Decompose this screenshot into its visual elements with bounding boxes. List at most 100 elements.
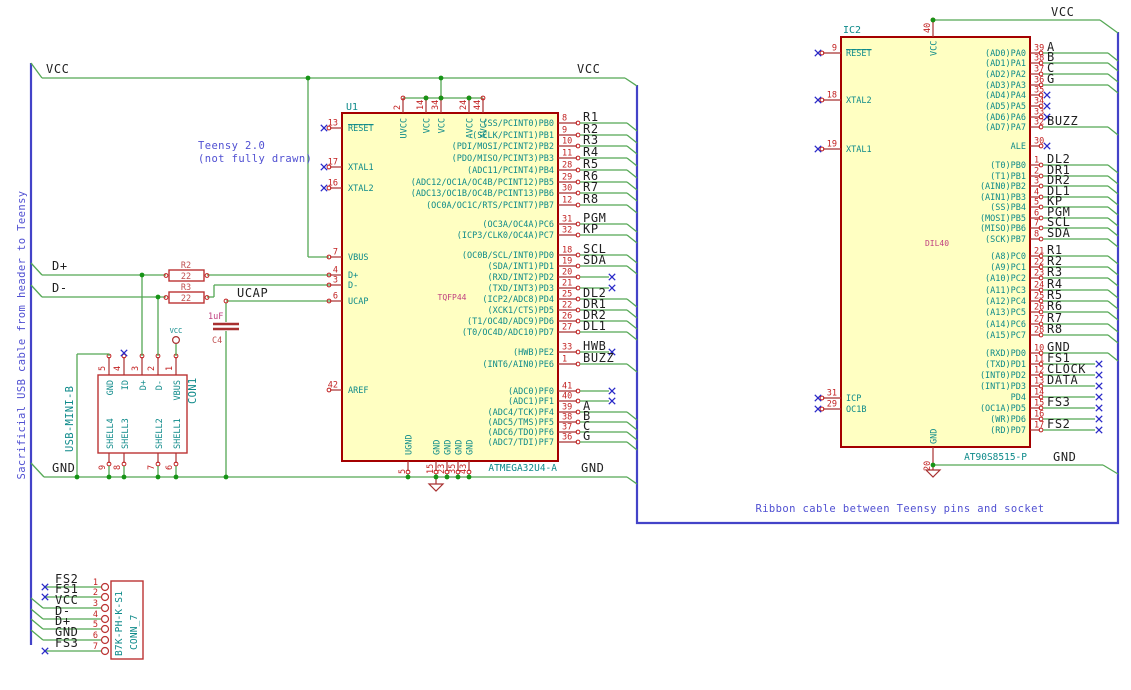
wire-segment [626, 421, 638, 431]
teensy-note-line2: (not fully drawn) [198, 153, 313, 165]
connector-pin-circle [100, 582, 110, 592]
pin-name: GND [466, 440, 476, 455]
pin-number: 1 [1034, 156, 1039, 166]
pin-number: 23 [437, 464, 447, 474]
pin-name: (T0/OC4D/ADC10)PD7 [462, 328, 554, 338]
pin-number: 5 [398, 469, 408, 474]
pin-name: AREF [348, 386, 368, 396]
pin-name: GND [433, 440, 443, 455]
connector-value-conn7: B7K-PH-K-S1 [114, 591, 125, 656]
pin-name: (ADC0)PF0 [508, 387, 554, 397]
pin-number: 34 [431, 100, 441, 110]
pin-number: 13 [1034, 377, 1044, 387]
resistor-value: 22 [181, 272, 191, 282]
pin-name: XTAL2 [846, 96, 872, 106]
wire-segment [626, 363, 638, 373]
pin-name: (AD4)PA4 [985, 91, 1026, 101]
pin-number: 10 [1034, 344, 1044, 354]
wire-segment [626, 298, 638, 308]
pin-number: 15 [426, 464, 436, 474]
net-label-gnd: GND [1053, 450, 1076, 464]
pin-number: 40 [562, 392, 572, 402]
pin-number: 11 [1034, 355, 1044, 365]
wire-segment [30, 262, 43, 276]
pin-name: XTAL1 [348, 163, 374, 173]
pin-name: RESET [846, 49, 872, 59]
pin-name: (SCK)PB7 [985, 235, 1026, 245]
pin-number: 5 [98, 366, 108, 371]
connector-pin-circle [100, 592, 110, 602]
pin-name: (RXD/INT2)PD2 [487, 273, 554, 283]
wire-segment [1107, 227, 1119, 237]
pin-number: 4 [1034, 188, 1039, 198]
pin-number: 26 [562, 312, 572, 322]
pin-name: GND [455, 440, 465, 455]
wire-segment [626, 204, 638, 214]
wire-segment [1107, 196, 1119, 206]
connector-ref-con1: CON1 [187, 378, 199, 405]
net-label-fs2: FS2 [1047, 417, 1070, 431]
pin-number: 9 [562, 126, 567, 136]
pin-number: 28 [562, 161, 572, 171]
wire-segment [626, 122, 638, 132]
wire-segment [1107, 277, 1119, 287]
teensy-note-line1: Teensy 2.0 [198, 140, 266, 152]
junction-dot [438, 95, 444, 101]
pin-name: (ADC7/TDI)PF7 [487, 438, 554, 448]
wire-segment [1107, 323, 1119, 333]
pin-number: 24 [1034, 281, 1044, 291]
wire-segment [1107, 164, 1119, 174]
capacitor-ref: C4 [212, 336, 222, 346]
wire-segment [626, 223, 638, 233]
wire-segment [1107, 126, 1119, 136]
pin-name: D- [155, 380, 165, 390]
pin-name: (A11)PC3 [985, 286, 1026, 296]
pin-name: (ADC5/TMS)PF5 [487, 418, 554, 428]
pin-number: 9 [98, 465, 108, 470]
net-label-fs3: FS3 [1047, 395, 1070, 409]
wire-segment [1107, 266, 1119, 276]
junction-dot [155, 474, 161, 480]
wire-segment [30, 462, 45, 478]
wire-segment [30, 608, 44, 620]
junction-dot [438, 75, 444, 81]
pin-number: 14 [1034, 388, 1044, 398]
pin-name: (AD3)PA3 [985, 81, 1026, 91]
usb-cable-note: Sacrificial USB cable from header to Tee… [16, 190, 28, 480]
pin-number: 40 [923, 23, 933, 33]
pin-number: 36 [562, 433, 572, 443]
pin-number: 29 [827, 400, 837, 410]
pin-name: D+ [348, 271, 358, 281]
pin-name: (T1)PB1 [990, 172, 1026, 182]
pin-name: (OC3A/OC4A)PC6 [482, 220, 554, 230]
pin-name: VBUS [348, 253, 368, 263]
junction-dot [466, 95, 472, 101]
pin-name: D+ [139, 380, 149, 390]
wire-segment [1107, 238, 1119, 248]
pin-number: 4 [333, 266, 338, 276]
pin-name: (XCK1/CTS)PD5 [487, 306, 554, 316]
pin-name: UCAP [348, 297, 368, 307]
pin-name: (TXD/INT3)PD3 [487, 284, 554, 294]
wire-segment [626, 234, 638, 244]
pin-number: 19 [562, 257, 572, 267]
pin-number: 7 [147, 465, 157, 470]
pin-name: (SS/PCINT0)PB0 [482, 119, 554, 129]
pin-number: 6 [165, 465, 175, 470]
pin-name: (ADC1)PF1 [508, 397, 554, 407]
pin-number: 25 [1034, 292, 1044, 302]
wire-segment [1107, 217, 1119, 227]
pin-name: UGND [405, 435, 415, 455]
pin-number: 17 [328, 158, 338, 168]
pin-name: (OC0B/SCL/INT0)PD0 [462, 251, 554, 261]
pin-number: 5 [1034, 198, 1039, 208]
wire-segment [1107, 185, 1119, 195]
pin-number: 38 [562, 413, 572, 423]
junction-dot [139, 272, 145, 278]
pin-name: GND [444, 440, 454, 455]
junction-dot [173, 474, 179, 480]
schematic-canvas: VCC VCC GND GND D+ D- UCAP 1uF C4 R2 22 R3 22 U1 ATMEG… [0, 0, 1131, 690]
pin-number: 2 [1034, 167, 1039, 177]
pin-number: 10 [562, 137, 572, 147]
connector-pin-circle [100, 635, 110, 645]
